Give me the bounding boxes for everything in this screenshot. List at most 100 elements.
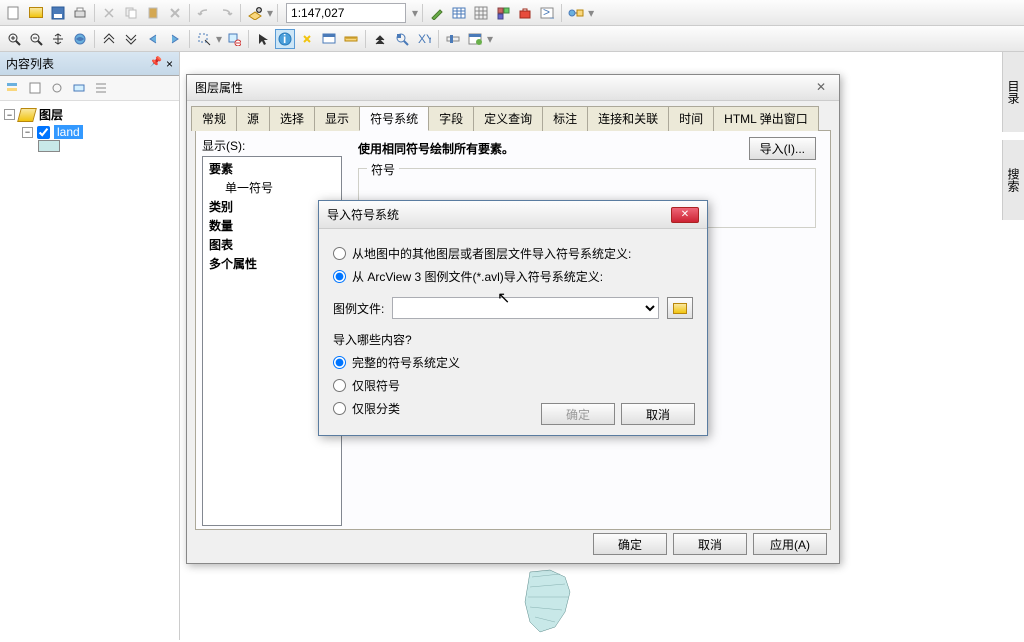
find-route-icon[interactable] (392, 29, 412, 49)
cancel-button[interactable]: 取消 (673, 533, 747, 555)
show-label: 显示(S): (202, 137, 342, 154)
import-option-2[interactable]: 从 ArcView 3 图例文件(*.avl)导入符号系统定义: (333, 268, 693, 285)
fixed-zoom-in-icon[interactable] (99, 29, 119, 49)
save-icon[interactable] (48, 3, 68, 23)
radio-from-avl[interactable] (333, 270, 346, 283)
pointer-icon[interactable] (253, 29, 273, 49)
tab-selection[interactable]: 选择 (269, 106, 315, 131)
apply-button[interactable]: 应用(A) (753, 533, 827, 555)
fixed-zoom-out-icon[interactable] (121, 29, 141, 49)
zoom-out-icon[interactable] (26, 29, 46, 49)
tab-definition-query[interactable]: 定义查询 (473, 106, 543, 131)
pin-icon[interactable]: 📌 (150, 57, 162, 71)
search-tab[interactable]: 搜索 (1002, 140, 1024, 220)
list-by-source-icon[interactable] (25, 79, 45, 97)
import-complete[interactable]: 完整的符号系统定义 (333, 354, 693, 371)
copy-icon[interactable] (121, 3, 141, 23)
browse-button[interactable] (667, 297, 693, 319)
print-icon[interactable] (70, 3, 90, 23)
toolbox-icon[interactable] (515, 3, 535, 23)
html-popup-icon[interactable] (319, 29, 339, 49)
close-icon[interactable]: ✕ (811, 80, 831, 96)
collapse-icon[interactable]: − (4, 109, 15, 120)
table-icon[interactable] (449, 3, 469, 23)
legend-file-input[interactable] (392, 297, 659, 319)
radio-from-layer[interactable] (333, 247, 346, 260)
model-icon[interactable] (566, 3, 586, 23)
layer-swatch (38, 140, 60, 152)
open-icon[interactable] (26, 3, 46, 23)
ok-button[interactable]: 确定 (541, 403, 615, 425)
full-extent-icon[interactable] (70, 29, 90, 49)
close-icon[interactable]: ✕ (671, 207, 699, 223)
python-icon[interactable]: >_ (537, 3, 557, 23)
select-features-icon[interactable] (194, 29, 214, 49)
next-extent-icon[interactable] (165, 29, 185, 49)
delete-icon[interactable] (165, 3, 185, 23)
import-titlebar[interactable]: 导入符号系统 ✕ (319, 201, 707, 229)
map-feature-2 (510, 562, 610, 642)
dialog-titlebar[interactable]: 图层属性 ✕ (187, 75, 839, 101)
svg-text:i: i (283, 32, 286, 46)
list-by-selection-icon[interactable] (69, 79, 89, 97)
file-label: 图例文件: (333, 300, 384, 317)
undo-icon[interactable] (194, 3, 214, 23)
time-slider-icon[interactable] (443, 29, 463, 49)
svg-text:>_: >_ (543, 6, 554, 19)
atlas-icon[interactable] (493, 3, 513, 23)
cut-icon[interactable] (99, 3, 119, 23)
pan-icon[interactable] (48, 29, 68, 49)
layer-label[interactable]: land (54, 125, 83, 139)
tab-fields[interactable]: 字段 (428, 106, 474, 131)
import-symbols-only[interactable]: 仅限符号 (333, 377, 693, 394)
clear-selection-icon[interactable] (224, 29, 244, 49)
folder-icon (673, 303, 687, 314)
list-by-visibility-icon[interactable] (47, 79, 67, 97)
list-by-drawing-icon[interactable] (3, 79, 23, 97)
tab-symbology[interactable]: 符号系统 (359, 106, 429, 131)
tab-labels[interactable]: 标注 (542, 106, 588, 131)
import-button[interactable]: 导入(I)... (749, 137, 816, 160)
go-to-xy-icon[interactable]: XY (414, 29, 434, 49)
tab-time[interactable]: 时间 (668, 106, 714, 131)
grid-icon[interactable] (471, 3, 491, 23)
layer-visibility-checkbox[interactable] (37, 126, 50, 139)
options-icon[interactable] (91, 79, 111, 97)
identify-icon[interactable]: i (275, 29, 295, 49)
tree-layer[interactable]: − land (4, 124, 175, 140)
tab-html-popup[interactable]: HTML 弹出窗口 (713, 106, 819, 131)
radio-classes-only[interactable] (333, 402, 346, 415)
viewer-window-icon[interactable] (465, 29, 485, 49)
close-toc-icon[interactable]: × (166, 57, 173, 71)
tab-source[interactable]: 源 (236, 106, 270, 131)
tab-general[interactable]: 常规 (191, 106, 237, 131)
add-data-icon[interactable] (245, 3, 265, 23)
prev-extent-icon[interactable] (143, 29, 163, 49)
cat-single-symbol[interactable]: 单一符号 (205, 178, 339, 197)
main-toolbar-2: ▾ i XY ▾ (0, 26, 1024, 52)
hyperlink-icon[interactable] (297, 29, 317, 49)
ok-button[interactable]: 确定 (593, 533, 667, 555)
cat-features[interactable]: 要素 (205, 159, 339, 178)
paste-icon[interactable] (143, 3, 163, 23)
collapse-icon[interactable]: − (22, 127, 33, 138)
scale-input[interactable] (286, 3, 406, 23)
editor-icon[interactable] (427, 3, 447, 23)
toc-header: 内容列表 📌 × (0, 52, 179, 76)
measure-icon[interactable] (341, 29, 361, 49)
import-option-1[interactable]: 从地图中的其他图层或者图层文件导入符号系统定义: (333, 245, 693, 262)
zoom-in-icon[interactable] (4, 29, 24, 49)
toc-toolbar (0, 76, 179, 101)
radio-complete[interactable] (333, 356, 346, 369)
tree-root[interactable]: − 图层 (4, 105, 175, 124)
catalog-tab[interactable]: 目录 (1002, 52, 1024, 132)
tab-joins[interactable]: 连接和关联 (587, 106, 669, 131)
cancel-button[interactable]: 取消 (621, 403, 695, 425)
find-icon[interactable] (370, 29, 390, 49)
radio-symbols-only[interactable] (333, 379, 346, 392)
tab-display[interactable]: 显示 (314, 106, 360, 131)
new-icon[interactable] (4, 3, 24, 23)
redo-icon[interactable] (216, 3, 236, 23)
toc-title: 内容列表 (6, 55, 54, 72)
layers-icon (17, 108, 37, 122)
